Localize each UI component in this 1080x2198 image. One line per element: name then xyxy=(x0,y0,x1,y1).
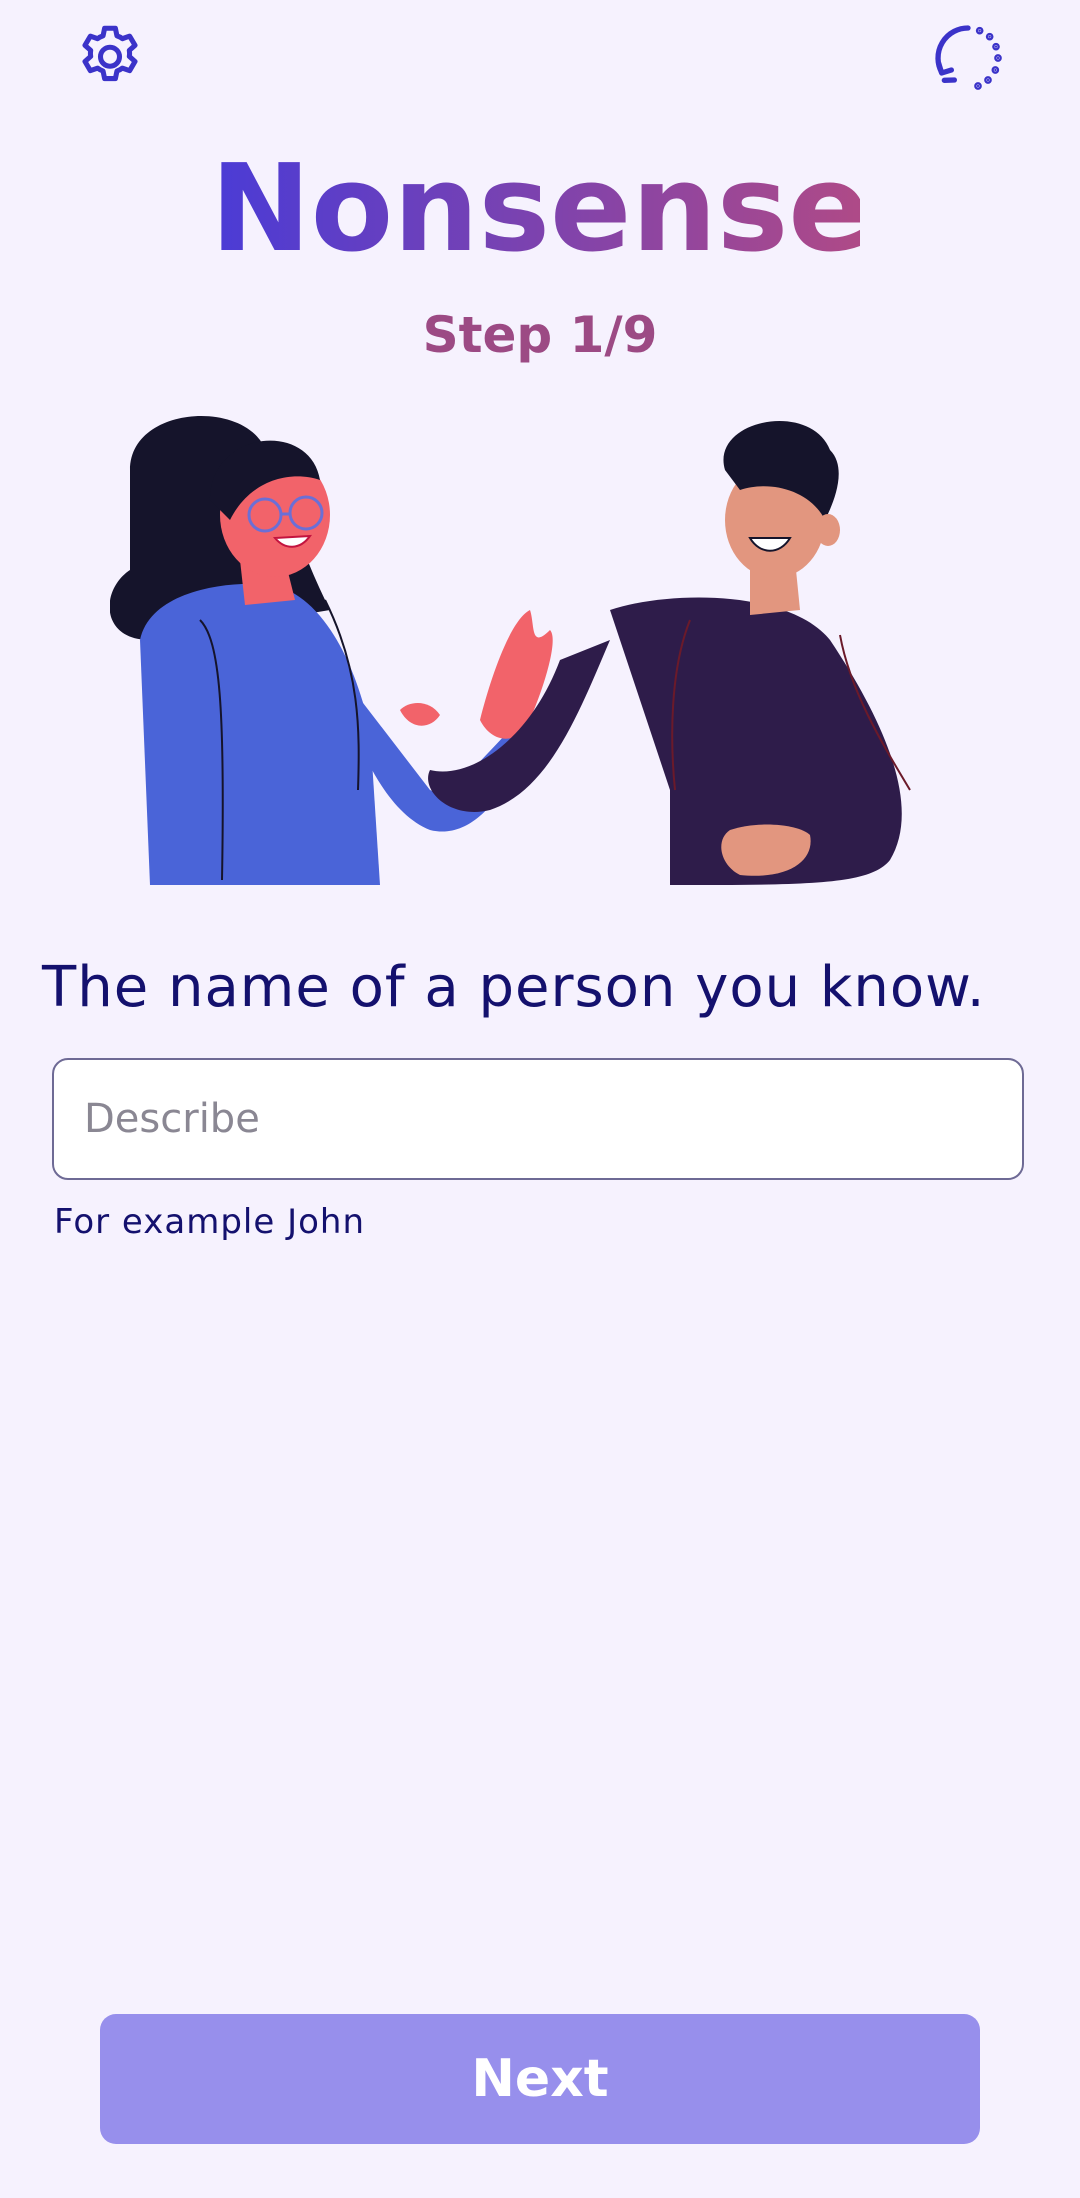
step-indicator: Step 1/9 xyxy=(422,306,658,364)
describe-input[interactable] xyxy=(54,1060,1022,1178)
input-hint: For example John xyxy=(54,1202,366,1242)
next-button[interactable]: Next xyxy=(100,2014,980,2144)
gear-icon xyxy=(82,25,138,82)
describe-field xyxy=(52,1058,1024,1180)
app-title-logo: Nonsense xyxy=(220,140,860,270)
settings-button[interactable] xyxy=(62,10,158,106)
question-prompt: The name of a person you know. xyxy=(42,955,986,1020)
app-logo: Nonsense xyxy=(0,140,1080,270)
people-talking-illustration xyxy=(110,416,911,885)
restart-icon xyxy=(935,25,1002,90)
restart-button[interactable] xyxy=(920,10,1016,106)
app-title: Nonsense xyxy=(220,140,860,270)
